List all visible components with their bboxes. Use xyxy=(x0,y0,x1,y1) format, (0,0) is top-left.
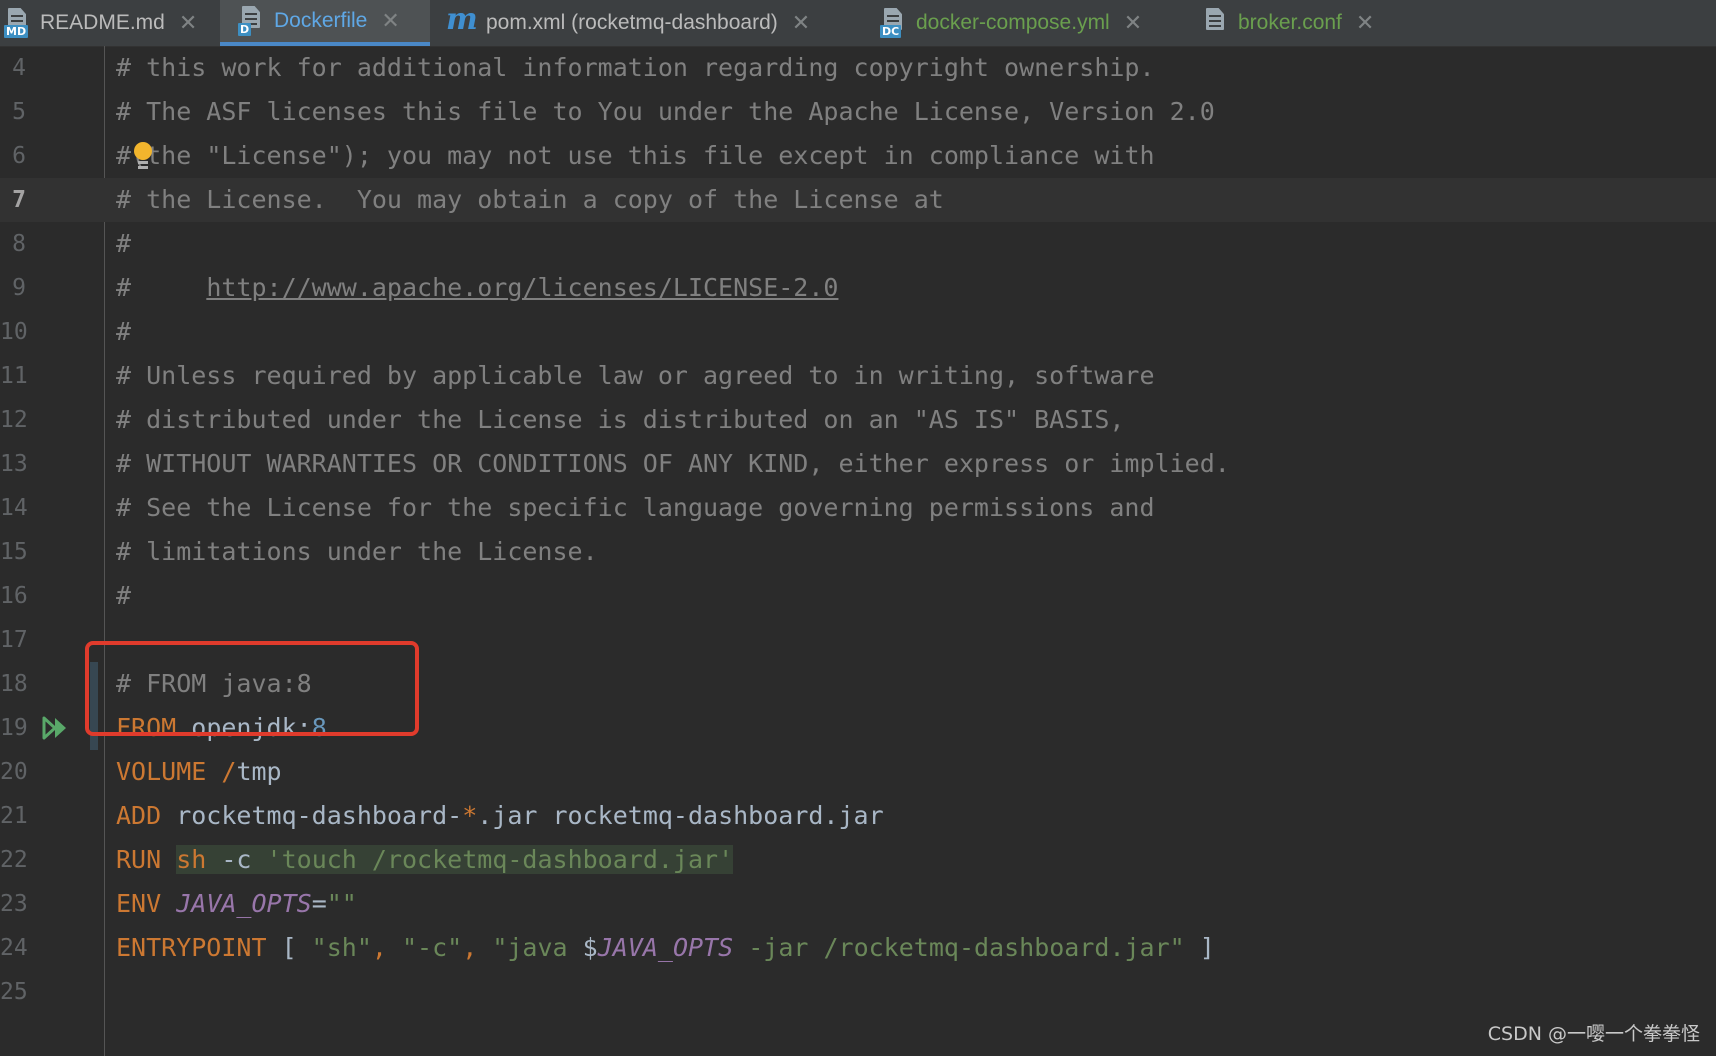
tab-label: broker.conf xyxy=(1238,11,1342,34)
line-number: 7 xyxy=(12,187,26,213)
line-number: 14 xyxy=(0,495,28,521)
code-line[interactable]: 9 # http://www.apache.org/licenses/LICEN… xyxy=(0,266,1716,310)
code-line[interactable]: 15 # limitations under the License. xyxy=(0,530,1716,574)
line-number: 10 xyxy=(0,319,28,345)
maven-icon: m xyxy=(446,2,478,37)
code-line[interactable]: 5 # The ASF licenses this file to You un… xyxy=(0,90,1716,134)
code-text: ENTRYPOINT [ "sh", "-c", "java $JAVA_OPT… xyxy=(116,933,1215,962)
comment: # The ASF licenses this file to You unde… xyxy=(116,97,1215,126)
code-line[interactable]: 23 ENV JAVA_OPTS="" xyxy=(0,882,1716,926)
comment: # xyxy=(116,317,132,346)
line-number: 15 xyxy=(0,539,28,565)
code-line[interactable]: 4 # this work for additional information… xyxy=(0,46,1716,90)
comment: # this work for additional information r… xyxy=(116,53,1155,82)
code-line[interactable]: 13 # WITHOUT WARRANTIES OR CONDITIONS OF… xyxy=(0,442,1716,486)
code-line[interactable]: 21 ADD rocketmq-dashboard-*.jar rocketmq… xyxy=(0,794,1716,838)
comment: # the License. You may obtain a copy of … xyxy=(116,185,944,214)
comment: # limitations under the License. xyxy=(116,537,598,566)
dockerfile-icon: D xyxy=(238,6,264,36)
tab-dockerfile[interactable]: D Dockerfile ✕ xyxy=(220,0,430,46)
line-number: 25 xyxy=(0,979,28,1005)
line-number: 11 xyxy=(0,363,28,389)
line-number: 8 xyxy=(12,231,26,257)
code-line-current[interactable]: 7 # the License. You may obtain a copy o… xyxy=(0,178,1716,222)
line-number: 12 xyxy=(0,407,28,433)
ide-window: MD README.md ✕ D Dockerfile ✕ m pom.xml … xyxy=(0,0,1716,1056)
tab-label: pom.xml (rocketmq-dashboard) xyxy=(486,11,778,34)
comment: # WITHOUT WARRANTIES OR CONDITIONS OF AN… xyxy=(116,449,1230,478)
comment: #(the "License"); you may not use this f… xyxy=(116,141,1155,170)
code-line[interactable]: 22 RUN sh -c 'touch /rocketmq-dashboard.… xyxy=(0,838,1716,882)
code-line[interactable]: 25 xyxy=(0,970,1716,1014)
code-line[interactable]: 14 # See the License for the specific la… xyxy=(0,486,1716,530)
comment: # Unless required by applicable law or a… xyxy=(116,361,1155,390)
run-icon[interactable] xyxy=(42,716,70,740)
code-line[interactable]: 24 ENTRYPOINT [ "sh", "-c", "java $JAVA_… xyxy=(0,926,1716,970)
line-number: 17 xyxy=(0,627,28,653)
line-number: 4 xyxy=(12,55,26,81)
text-file-icon xyxy=(1202,8,1228,38)
license-link[interactable]: http://www.apache.org/licenses/LICENSE-2… xyxy=(206,273,838,302)
code-line[interactable]: 8 # xyxy=(0,222,1716,266)
watermark: CSDN @一嘤一个拳拳怪 xyxy=(1487,1023,1700,1045)
line-number: 21 xyxy=(0,803,28,829)
line-number: 19 xyxy=(0,715,28,741)
line-number: 16 xyxy=(0,583,28,609)
comment: # See the License for the specific langu… xyxy=(116,493,1155,522)
line-number: 6 xyxy=(12,143,26,169)
close-icon[interactable]: ✕ xyxy=(792,11,810,36)
line-number: 20 xyxy=(0,759,28,785)
comment: # http://www.apache.org/licenses/LICENSE… xyxy=(116,273,839,302)
annotation-highlight-box xyxy=(85,641,419,736)
code-line[interactable]: 11 # Unless required by applicable law o… xyxy=(0,354,1716,398)
line-number: 22 xyxy=(0,847,28,873)
code-text: RUN sh -c 'touch /rocketmq-dashboard.jar… xyxy=(116,845,734,874)
code-line[interactable]: 10 # xyxy=(0,310,1716,354)
line-number: 13 xyxy=(0,451,28,477)
code-text: ADD rocketmq-dashboard-*.jar rocketmq-da… xyxy=(116,801,884,830)
code-text: ENV JAVA_OPTS="" xyxy=(116,889,357,918)
injected-shell-fragment: sh -c 'touch /rocketmq-dashboard.jar' xyxy=(176,845,734,874)
close-icon[interactable]: ✕ xyxy=(381,9,399,34)
tab-label: README.md xyxy=(40,11,165,34)
tab-broker-conf[interactable]: broker.conf ✕ xyxy=(1202,0,1374,46)
close-icon[interactable]: ✕ xyxy=(179,11,197,36)
line-number: 18 xyxy=(0,671,28,697)
tab-label: docker-compose.yml xyxy=(916,11,1110,34)
line-number: 5 xyxy=(12,99,26,125)
markdown-file-icon: MD xyxy=(4,8,30,38)
code-editor[interactable]: 4 # this work for additional information… xyxy=(0,46,1716,1056)
editor-tab-bar: MD README.md ✕ D Dockerfile ✕ m pom.xml … xyxy=(0,0,1716,47)
docker-compose-icon: DC xyxy=(880,8,906,38)
tab-label: Dockerfile xyxy=(274,9,368,32)
code-line[interactable]: 12 # distributed under the License is di… xyxy=(0,398,1716,442)
code-line[interactable]: 6 #(the "License"); you may not use this… xyxy=(0,134,1716,178)
code-text: VOLUME /tmp xyxy=(116,757,282,786)
code-line[interactable]: 20 VOLUME /tmp xyxy=(0,750,1716,794)
tab-docker-compose[interactable]: DC docker-compose.yml ✕ xyxy=(880,0,1142,46)
lightbulb-icon[interactable] xyxy=(132,142,154,172)
comment: # xyxy=(116,581,132,610)
comment: # distributed under the License is distr… xyxy=(116,405,1125,434)
tab-readme[interactable]: MD README.md ✕ xyxy=(4,0,205,46)
line-number: 23 xyxy=(0,891,28,917)
tab-pom-xml[interactable]: m pom.xml (rocketmq-dashboard) ✕ xyxy=(446,0,810,46)
line-number: 24 xyxy=(0,935,28,961)
line-number: 9 xyxy=(12,275,26,301)
close-icon[interactable]: ✕ xyxy=(1124,11,1142,36)
code-line[interactable]: 16 # xyxy=(0,574,1716,618)
comment: # xyxy=(116,229,132,258)
close-icon[interactable]: ✕ xyxy=(1356,11,1374,36)
